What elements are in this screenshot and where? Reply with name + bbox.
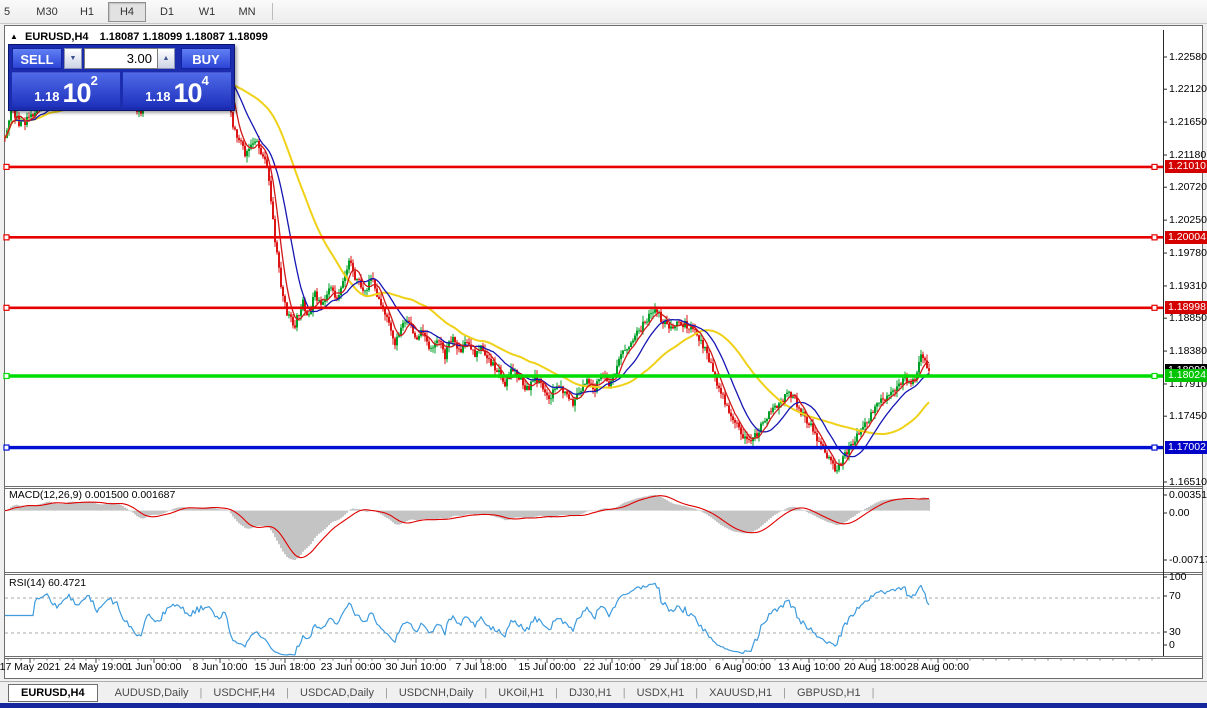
rsi-line [5, 582, 930, 656]
sell-price-display[interactable]: 1.18 10 2 [12, 72, 120, 107]
timeframe-button-mn[interactable]: MN [228, 2, 266, 22]
chart-tab-usdchf-h4[interactable]: USDCHF,H4 [202, 687, 286, 699]
chart-tab-audusd-daily[interactable]: AUDUSD,Daily [104, 687, 200, 699]
buy-price-pip-digit: 4 [201, 73, 209, 88]
chart-tabs-bar: EURUSD,H4 AUDUSD,Daily | USDCHF,H4 | USDCAD,D… [0, 681, 1207, 704]
sell-price-prefix: 1.18 [34, 89, 60, 104]
macd-signal-line [4, 495, 929, 559]
axes [5, 30, 1202, 663]
sell-button[interactable]: SELL [12, 48, 62, 69]
timeframe-buttons: 5 M30 H1 H4 D1 W1 MN [0, 1, 267, 22]
timeframe-button-5[interactable]: 5 [0, 2, 26, 22]
chart-tab-eurusd-h4[interactable]: EURUSD,H4 [8, 684, 98, 702]
rsi-levels [5, 597, 1162, 634]
chart-symbol-title: EURUSD,H4 [24, 31, 89, 43]
timeframe-button-h4[interactable]: H4 [108, 1, 146, 22]
volume-input[interactable] [84, 48, 158, 69]
spinner-up-icon: ▲ [162, 55, 170, 62]
mt4-terminal: 5 M30 H1 H4 D1 W1 MN 1.22580 1.22120 1.21650 1.21… [0, 0, 1207, 708]
volume-increase-button[interactable]: ▲ [158, 48, 175, 69]
spinner-down-icon: ▼ [69, 55, 77, 62]
chart-tab-usdcnh-daily[interactable]: USDCNH,Daily [388, 687, 485, 699]
chart-tab-usdcad-daily[interactable]: USDCAD,Daily [289, 687, 385, 699]
timeframe-button-w1[interactable]: W1 [188, 2, 226, 22]
ma-line-medium [4, 69, 930, 458]
buy-price-prefix: 1.18 [145, 89, 171, 104]
buy-price-big-digits: 10 [173, 78, 203, 108]
buy-price-display[interactable]: 1.18 10 4 [123, 72, 231, 107]
chart-header: ▲ EURUSD,H4 1.18087 1.18099 1.18087 1.18… [10, 31, 268, 43]
chart-tab-gbpusd-h1[interactable]: GBPUSD,H1 [786, 687, 872, 699]
chart-ohlc-values: 1.18087 1.18099 1.18087 1.18099 [99, 31, 268, 43]
sell-price-pip-digit: 2 [90, 73, 98, 88]
rsi-indicator-label: RSI(14) 60.4721 [9, 577, 87, 589]
tab-separator: | [871, 687, 875, 699]
chart-tab-usdx-h1[interactable]: USDX,H1 [626, 687, 696, 699]
collapse-chart-icon[interactable]: ▲ [10, 32, 18, 41]
macd-indicator-label: MACD(12,26,9) 0.001500 0.001687 [9, 489, 176, 501]
sell-price-big-digits: 10 [62, 78, 92, 108]
buy-button[interactable]: BUY [181, 48, 231, 69]
timeframe-button-d1[interactable]: D1 [148, 2, 186, 22]
ma-line-slow [4, 80, 930, 435]
chart-tab-dj30-h1[interactable]: DJ30,H1 [558, 687, 623, 699]
chart-tab-xauusd-h1[interactable]: XAUUSD,H1 [698, 687, 783, 699]
volume-decrease-button[interactable]: ▼ [64, 48, 82, 69]
timeframe-button-m30[interactable]: M30 [28, 2, 66, 22]
window-bottom-border [0, 703, 1207, 708]
macd-histogram [4, 495, 930, 560]
timeframe-button-h1[interactable]: H1 [68, 2, 106, 22]
horizontal-line-objects [3, 163, 1164, 451]
chart-tab-ukoil-h1[interactable]: UKOil,H1 [487, 687, 555, 699]
ma-line-fast [4, 62, 930, 467]
toolbar-separator [272, 3, 273, 20]
one-click-trading-panel: SELL ▼ ▲ BUY 1.18 10 2 1.18 10 4 [8, 44, 235, 111]
timeframe-toolbar: 5 M30 H1 H4 D1 W1 MN [0, 0, 1207, 24]
candlesticks [4, 56, 930, 474]
